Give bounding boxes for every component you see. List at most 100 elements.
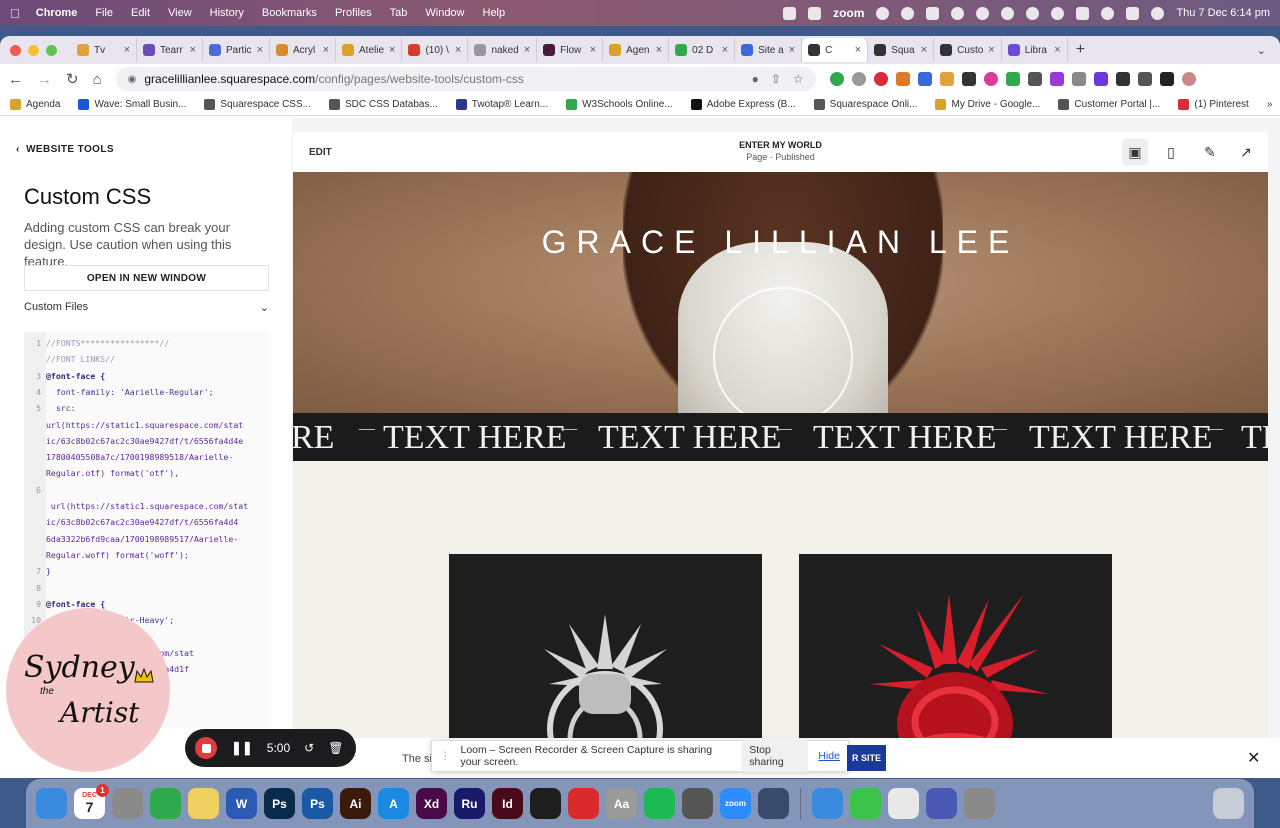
- search-icon[interactable]: [1101, 6, 1115, 20]
- extension-icon[interactable]: [1049, 72, 1064, 86]
- close-window-button[interactable]: [10, 44, 21, 56]
- dock-word-icon[interactable]: W: [226, 788, 257, 819]
- dock-indesign-xd-icon[interactable]: Xd: [416, 788, 447, 819]
- dock-rush-icon[interactable]: Ru: [454, 788, 485, 819]
- menu-help[interactable]: Help: [483, 7, 506, 19]
- dock-settings-icon[interactable]: [112, 788, 143, 819]
- stop-recording-button[interactable]: [195, 737, 217, 759]
- dock-mail-icon[interactable]: [812, 788, 843, 819]
- minimize-window-button[interactable]: [28, 44, 39, 56]
- reload-icon[interactable]: ↻: [66, 70, 79, 88]
- dock-calculator-icon[interactable]: [682, 788, 713, 819]
- back-to-website-tools[interactable]: ‹ WEBSITE TOOLS: [16, 144, 114, 155]
- zoom-status[interactable]: zoom: [833, 6, 864, 20]
- browser-tab[interactable]: Site a ×: [735, 38, 803, 62]
- close-tab-icon[interactable]: ×: [524, 44, 530, 56]
- browser-tab[interactable]: C ×: [802, 38, 869, 62]
- browser-tab[interactable]: (10) \ ×: [402, 38, 469, 62]
- close-tab-icon[interactable]: ×: [921, 44, 927, 56]
- bluetooth-icon[interactable]: [1051, 6, 1065, 20]
- menu-app-name[interactable]: Chrome: [36, 7, 78, 19]
- clock[interactable]: Thu 7 Dec 6:14 pm: [1176, 7, 1270, 19]
- more-bookmarks-icon[interactable]: »: [1267, 99, 1273, 110]
- back-arrow-icon[interactable]: ←: [8, 71, 23, 88]
- puzzle-icon[interactable]: [1115, 72, 1130, 86]
- close-tab-icon[interactable]: ×: [124, 44, 130, 56]
- side-panel-icon[interactable]: [1159, 72, 1174, 86]
- dock-trash-icon[interactable]: [1213, 788, 1244, 819]
- dock-spotify-icon[interactable]: [644, 788, 675, 819]
- new-tab-button[interactable]: +: [1076, 41, 1085, 59]
- browser-tab[interactable]: Squa ×: [868, 38, 935, 62]
- dock-app-store-icon[interactable]: A: [378, 788, 409, 819]
- custom-files-toggle[interactable]: Custom Files ⌄: [24, 301, 269, 314]
- extension-icon[interactable]: [1005, 72, 1020, 86]
- hide-sharing-bar-link[interactable]: Hide: [818, 750, 840, 762]
- user-icon[interactable]: [1026, 6, 1040, 20]
- restart-icon[interactable]: ↺: [304, 741, 314, 755]
- bookmark-item[interactable]: Adobe Express (B...: [690, 99, 796, 110]
- close-tab-icon[interactable]: ×: [789, 44, 795, 56]
- play-icon[interactable]: [1001, 6, 1015, 20]
- browser-tab[interactable]: Custo ×: [934, 38, 1002, 62]
- dock-notes-icon[interactable]: [188, 788, 219, 819]
- browser-tab[interactable]: Partic ×: [203, 38, 270, 62]
- download-extension-icon[interactable]: [939, 72, 954, 86]
- extension-icon[interactable]: [917, 72, 932, 86]
- apps-grid-icon[interactable]: [1027, 72, 1042, 86]
- bookmark-item[interactable]: My Drive - Google...: [935, 99, 1040, 110]
- apple-icon[interactable]: : [10, 6, 20, 21]
- dock-figma-icon[interactable]: [530, 788, 561, 819]
- browser-tab[interactable]: Tearr ×: [137, 38, 203, 62]
- browser-tab[interactable]: Agen ×: [603, 38, 670, 62]
- browser-tab[interactable]: Atelie ×: [336, 38, 403, 62]
- menu-view[interactable]: View: [168, 7, 192, 19]
- bookmark-item[interactable]: Wave: Small Busin...: [78, 99, 186, 110]
- extension-status-icon[interactable]: [783, 6, 797, 20]
- menu-profiles[interactable]: Profiles: [335, 7, 372, 19]
- bookmark-item[interactable]: Squarespace CSS...: [204, 99, 311, 110]
- dock-zoom-icon[interactable]: zoom: [720, 788, 751, 819]
- bookmark-star-icon[interactable]: ☆: [793, 72, 804, 86]
- address-bar[interactable]: ◉ gracelillianlee.squarespace.com/config…: [115, 67, 816, 91]
- home-icon[interactable]: ⌂: [93, 71, 102, 88]
- dock-illustrator-icon[interactable]: Ai: [340, 788, 371, 819]
- whatfont-extension-icon[interactable]: [961, 72, 976, 86]
- dock-preview-icon[interactable]: [758, 788, 789, 819]
- desktop-view-icon[interactable]: ▣: [1122, 139, 1148, 165]
- dock-indesign-icon[interactable]: Id: [492, 788, 523, 819]
- menu-file[interactable]: File: [95, 7, 113, 19]
- browser-tab[interactable]: Tv ×: [71, 38, 137, 62]
- camera-extension-icon[interactable]: [1071, 72, 1086, 86]
- dock-messages-icon[interactable]: [850, 788, 881, 819]
- grammarly-extension-icon[interactable]: [829, 72, 844, 86]
- loom-camera-bubble[interactable]: Sydney the Artist: [6, 608, 170, 772]
- dock-chrome-icon[interactable]: [150, 788, 181, 819]
- battery-icon[interactable]: [1076, 6, 1090, 20]
- close-tab-icon[interactable]: ×: [455, 44, 461, 56]
- menu-history[interactable]: History: [210, 7, 244, 19]
- site-styles-brush-icon[interactable]: ✎: [1197, 139, 1223, 165]
- close-tab-icon[interactable]: ×: [590, 44, 596, 56]
- browser-tab[interactable]: naked ×: [468, 38, 538, 62]
- close-tab-icon[interactable]: ×: [988, 44, 994, 56]
- bookmark-item[interactable]: Customer Portal |...: [1058, 99, 1160, 110]
- trash-icon[interactable]: 🗑: [328, 741, 343, 755]
- control-center-icon[interactable]: [1126, 6, 1140, 20]
- dock-font-book-icon[interactable]: Aa: [606, 788, 637, 819]
- close-tab-icon[interactable]: ×: [1054, 44, 1060, 56]
- close-tab-icon[interactable]: ×: [190, 44, 196, 56]
- bookmark-item[interactable]: Agenda: [10, 99, 60, 110]
- bookmark-item[interactable]: (1) Pinterest: [1178, 99, 1249, 110]
- extension-icon[interactable]: [851, 72, 866, 86]
- menu-window[interactable]: Window: [425, 7, 464, 19]
- extension-icon[interactable]: [895, 72, 910, 86]
- drag-handle-icon[interactable]: ⋮: [440, 750, 451, 762]
- close-tab-icon[interactable]: ×: [323, 44, 329, 56]
- close-tab-icon[interactable]: ×: [257, 44, 263, 56]
- airdrop-icon[interactable]: [951, 6, 965, 20]
- close-tab-icon[interactable]: ×: [855, 44, 861, 56]
- mobile-view-icon[interactable]: ▯: [1158, 139, 1184, 165]
- profile-avatar[interactable]: [1181, 72, 1196, 86]
- expand-arrow-icon[interactable]: ↗: [1233, 139, 1259, 165]
